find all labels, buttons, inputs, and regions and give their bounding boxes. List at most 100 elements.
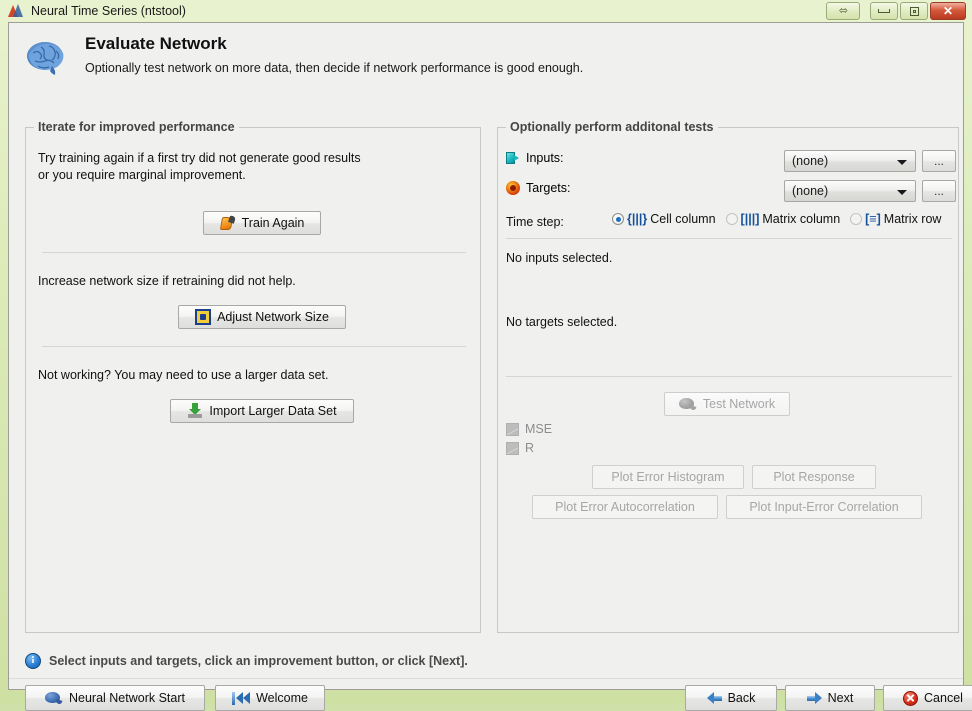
timestep-option-cell-column-label: Cell column xyxy=(650,212,716,226)
chevron-down-icon xyxy=(897,160,907,165)
status-bar: Select inputs and targets, click an impr… xyxy=(25,653,468,669)
title-bar: Neural Time Series (ntstool) ⬄ ✕ xyxy=(0,0,972,22)
window-frame: Neural Time Series (ntstool) ⬄ ✕ Evaluat… xyxy=(0,0,972,711)
resize-icon[interactable]: ⬄ xyxy=(826,2,860,20)
client-area: Evaluate Network Optionally test network… xyxy=(8,22,972,711)
close-icon: ✕ xyxy=(942,4,954,18)
welcome-button[interactable]: Welcome xyxy=(215,685,325,711)
divider-3 xyxy=(506,238,952,239)
inputs-select-value: (none) xyxy=(792,154,829,168)
hand-pointer-icon xyxy=(219,215,236,230)
train-again-button-label: Train Again xyxy=(241,216,305,230)
status-message: Select inputs and targets, click an impr… xyxy=(49,654,468,668)
metric-mse-label: MSE xyxy=(525,422,553,436)
plot-error-autocorrelation-button[interactable]: Plot Error Autocorrelation xyxy=(532,495,718,519)
neural-network-start-button[interactable]: Neural Network Start xyxy=(25,685,205,711)
timestep-option-matrix-column-label: Matrix column xyxy=(762,212,841,226)
rewind-icon xyxy=(232,691,251,705)
import-icon xyxy=(187,403,203,419)
timestep-option-matrix-column[interactable]: [|||] Matrix column xyxy=(725,211,841,226)
plot-response-button[interactable]: Plot Response xyxy=(752,465,876,489)
page-header: Evaluate Network Optionally test network… xyxy=(9,23,963,91)
additional-tests-panel-legend: Optionally perform additonal tests xyxy=(506,120,718,134)
chevron-down-icon xyxy=(897,190,907,195)
page-subtitle: Optionally test network on more data, th… xyxy=(85,61,584,75)
cancel-button[interactable]: Cancel xyxy=(883,685,972,711)
timestep-option-matrix-row[interactable]: [≡] Matrix row xyxy=(850,212,941,226)
inputs-icon xyxy=(506,151,520,165)
neural-network-start-label: Neural Network Start xyxy=(68,691,185,705)
timestep-option-matrix-row-label: Matrix row xyxy=(883,212,942,226)
targets-select[interactable]: (none) xyxy=(784,180,916,202)
targets-label: Targets: xyxy=(526,181,571,195)
window-controls: ⬄ ✕ xyxy=(824,2,966,20)
minimize-button[interactable] xyxy=(870,2,898,20)
timestep-radio-group: {|||} Cell column [|||] Matrix column [≡… xyxy=(612,212,941,226)
timestep-label: Time step: xyxy=(506,215,564,229)
train-again-text-line2: or you require marginal improvement. xyxy=(38,168,246,182)
test-network-button[interactable]: Test Network xyxy=(664,392,790,416)
close-button[interactable]: ✕ xyxy=(930,2,966,20)
inputs-browse-button[interactable]: ... xyxy=(922,150,956,172)
window-title: Neural Time Series (ntstool) xyxy=(31,4,186,18)
divider-1 xyxy=(42,252,466,253)
targets-status-text: No targets selected. xyxy=(506,315,618,329)
matrix-column-icon: [|||] xyxy=(740,211,760,226)
plot-error-autocorrelation-label: Plot Error Autocorrelation xyxy=(555,500,695,514)
inputs-row: Inputs: xyxy=(506,151,564,165)
next-button[interactable]: Next xyxy=(785,685,875,711)
welcome-label: Welcome xyxy=(256,691,308,705)
train-again-text-line1: Try training again if a first try did no… xyxy=(38,151,361,165)
inputs-label: Inputs: xyxy=(526,151,564,165)
inputs-browse-label: ... xyxy=(933,154,944,168)
plot-error-histogram-button[interactable]: Plot Error Histogram xyxy=(592,465,744,489)
targets-browse-button[interactable]: ... xyxy=(922,180,956,202)
divider-4 xyxy=(506,376,952,377)
targets-browse-label: ... xyxy=(933,184,944,198)
iterate-panel-legend: Iterate for improved performance xyxy=(34,120,239,134)
targets-select-value: (none) xyxy=(792,184,829,198)
import-data-text: Not working? You may need to use a large… xyxy=(38,368,329,382)
plot-response-label: Plot Response xyxy=(773,470,855,484)
next-label: Next xyxy=(827,691,854,705)
metric-mse: MSE xyxy=(506,422,552,436)
adjust-network-size-button-label: Adjust Network Size xyxy=(217,310,329,324)
back-button[interactable]: Back xyxy=(685,685,777,711)
footer-divider xyxy=(9,678,963,679)
plot-error-histogram-label: Plot Error Histogram xyxy=(611,470,725,484)
radio-matrix-row[interactable] xyxy=(850,213,863,225)
matlab-logo-icon xyxy=(8,3,24,19)
plot-icon xyxy=(506,422,519,436)
metric-r: R xyxy=(506,441,534,455)
iterate-panel: Iterate for improved performance Try tra… xyxy=(25,120,481,633)
matrix-row-icon: [≡] xyxy=(865,211,881,226)
arrow-right-icon xyxy=(806,691,822,705)
targets-icon xyxy=(506,181,520,195)
timestep-option-cell-column[interactable]: {|||} Cell column xyxy=(612,212,716,226)
page-title: Evaluate Network xyxy=(85,34,227,53)
back-label: Back xyxy=(727,691,756,705)
radio-cell-column[interactable] xyxy=(612,213,624,225)
arrow-left-icon xyxy=(706,691,722,705)
cell-column-icon: {|||} xyxy=(627,211,648,226)
metric-r-label: R xyxy=(525,441,535,455)
divider-2 xyxy=(42,346,466,347)
maximize-button[interactable] xyxy=(900,2,928,20)
import-larger-data-set-button[interactable]: Import Larger Data Set xyxy=(170,399,354,423)
adjust-size-text: Increase network size if retraining did … xyxy=(38,274,296,288)
network-size-icon xyxy=(195,309,212,325)
train-again-button[interactable]: Train Again xyxy=(203,211,321,235)
plot-icon xyxy=(506,441,519,455)
brain-icon xyxy=(25,39,69,79)
inputs-select[interactable]: (none) xyxy=(784,150,916,172)
cancel-label: Cancel xyxy=(924,691,963,705)
brain-icon xyxy=(44,691,63,705)
radio-matrix-column[interactable] xyxy=(725,213,738,225)
info-icon xyxy=(25,653,41,669)
brain-icon xyxy=(678,397,697,411)
import-larger-data-set-button-label: Import Larger Data Set xyxy=(209,404,337,418)
plot-input-error-correlation-button[interactable]: Plot Input-Error Correlation xyxy=(726,495,922,519)
additional-tests-panel: Optionally perform additonal tests Input… xyxy=(497,120,959,633)
test-network-button-label: Test Network xyxy=(702,397,776,411)
adjust-network-size-button[interactable]: Adjust Network Size xyxy=(178,305,346,329)
